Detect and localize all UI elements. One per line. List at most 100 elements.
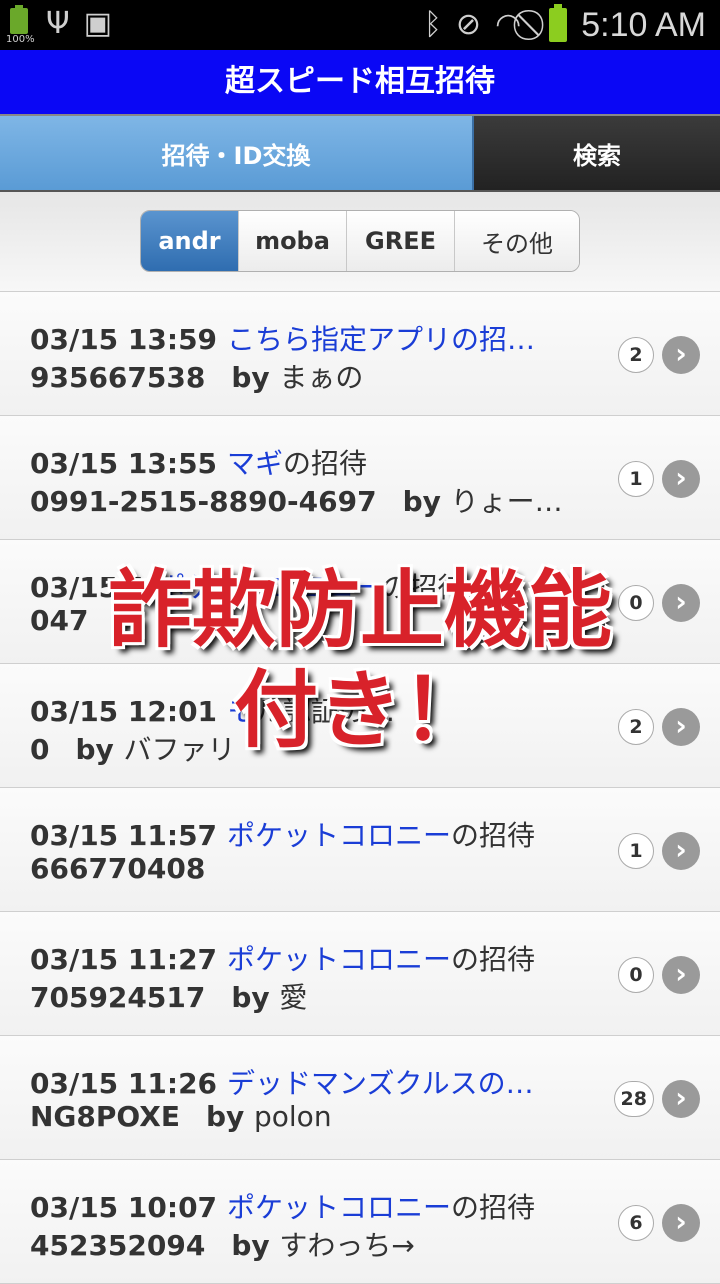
item-date: 03/15 13:55	[30, 447, 218, 480]
item-user: バファリ	[123, 733, 236, 766]
list-item[interactable]: 03/15 11:27 ポケットコロニーの招待 705924517 by 愛 0 ›	[0, 912, 720, 1036]
list-item[interactable]: 03/15 10:07 ポケットコロニーの招待 452352094 by すわっち→…	[0, 1160, 720, 1284]
bluetooth-icon: ᛒ	[423, 7, 442, 42]
item-header: 03/15 12:01 モル認証の…	[30, 690, 570, 730]
item-user: polon	[254, 1100, 332, 1133]
item-app-name: デッドマンズクルスの…	[227, 1067, 534, 1100]
item-code: 047	[30, 604, 89, 637]
comment-count-badge: 2	[618, 709, 654, 745]
item-app-name: こちら指定アプリの招…	[227, 323, 536, 356]
item-app-name: ポケットコロニー	[227, 1191, 452, 1224]
item-date: 03/15 10:07	[30, 1191, 218, 1224]
mute-icon: ⊘	[455, 7, 482, 42]
item-detail: 935667538 by まぁの	[30, 356, 570, 396]
item-header: 03/15 10:07 ポケットコロニーの招待	[30, 1186, 570, 1226]
item-detail: 452352094 by すわっち→	[30, 1224, 570, 1264]
comment-count-badge: 6	[618, 1205, 654, 1241]
item-by: by	[75, 733, 114, 766]
sd-card-icon: ▣	[83, 6, 112, 41]
item-user: すわっち→	[279, 1229, 415, 1262]
item-suffix: の招待	[451, 1191, 536, 1224]
item-detail: 047	[30, 604, 570, 637]
item-by: by	[231, 1229, 270, 1262]
comment-count-badge: 1	[618, 833, 654, 869]
item-suffix: の招待	[451, 819, 536, 852]
item-by: by	[205, 1100, 245, 1133]
tab-search[interactable]: 検索	[474, 116, 720, 190]
item-header: 03/15 11:26 デッドマンズクルスの…	[30, 1062, 570, 1102]
list-item[interactable]: 03/15 13:59 こちら指定アプリの招… 935667538 by まぁの 2…	[0, 292, 720, 416]
item-date: 03/15 12:01	[30, 695, 218, 728]
item-header: 03/15 13:59 こちら指定アプリの招…	[30, 318, 570, 358]
item-date: 03/15 11:26	[30, 1067, 218, 1100]
invite-list: 03/15 13:59 こちら指定アプリの招… 935667538 by まぁの 2…	[0, 292, 720, 1284]
list-item[interactable]: 03/15 11:57 ポケットコロニーの招待 666770408 1 ›	[0, 788, 720, 912]
item-date: 03/15 11:27	[30, 943, 218, 976]
status-bar-right: ᛒ ⊘ ◠ ⃠ 5:10 AM	[424, 4, 706, 46]
chevron-right-icon[interactable]: ›	[662, 584, 700, 622]
item-detail: 0991-2515-8890-4697 by りょー…	[30, 480, 570, 520]
list-item[interactable]: 03/15 11:26 デッドマンズクルスの… NG8POXE by polon 2…	[0, 1036, 720, 1160]
item-detail: NG8POXE by polon	[30, 1100, 570, 1133]
list-item[interactable]: 03/15 1 ポケットコロニーの招待 047 0 ›	[0, 540, 720, 664]
item-by: by	[402, 485, 441, 518]
item-suffix: ル認証の…	[255, 695, 396, 728]
chevron-right-icon[interactable]: ›	[662, 1204, 700, 1242]
comment-count-badge: 2	[618, 337, 654, 373]
item-detail: 705924517 by 愛	[30, 976, 570, 1016]
chevron-right-icon[interactable]: ›	[662, 956, 700, 994]
item-app-name: ポケットコロニー	[157, 571, 382, 604]
segment-andr[interactable]: andr	[141, 211, 239, 271]
battery-icon	[549, 4, 568, 42]
comment-count-badge: 0	[618, 957, 654, 993]
item-app-name: ポケットコロニー	[227, 943, 452, 976]
chevron-right-icon[interactable]: ›	[662, 1080, 700, 1118]
usb-icon: Ψ	[46, 6, 70, 41]
item-code: 452352094	[30, 1229, 206, 1262]
item-header: 03/15 11:57 ポケットコロニーの招待	[30, 814, 570, 854]
item-app-name: ポケットコロニー	[227, 819, 452, 852]
item-detail: 0 by バファリ	[30, 728, 570, 768]
tab-invite-id-exchange[interactable]: 招待・ID交換	[0, 116, 474, 190]
item-suffix: の招待	[451, 943, 536, 976]
item-code: 666770408	[30, 852, 206, 885]
item-user: 愛	[279, 981, 308, 1014]
item-code: NG8POXE	[30, 1100, 180, 1133]
chevron-right-icon[interactable]: ›	[662, 708, 700, 746]
tab-bar: 招待・ID交換 検索	[0, 114, 720, 192]
item-code: 935667538	[30, 361, 206, 394]
chevron-right-icon[interactable]: ›	[662, 460, 700, 498]
item-suffix: の招待	[381, 571, 466, 604]
platform-filter-area: andr moba GREE その他	[0, 192, 720, 292]
segment-other[interactable]: その他	[455, 211, 579, 271]
chevron-right-icon[interactable]: ›	[662, 832, 700, 870]
item-app-name: モ	[227, 695, 256, 728]
item-by: by	[231, 361, 270, 394]
app-title: 超スピード相互招待	[0, 50, 720, 114]
item-user: まぁの	[279, 361, 364, 394]
item-header: 03/15 1 ポケットコロニーの招待	[30, 566, 570, 606]
segment-moba[interactable]: moba	[239, 211, 347, 271]
item-suffix: の招待	[283, 447, 368, 480]
comment-count-badge: 28	[613, 1081, 654, 1117]
item-header: 03/15 13:55 マギの招待	[30, 442, 570, 482]
list-item[interactable]: 03/15 12:01 モル認証の… 0 by バファリ 2 ›	[0, 664, 720, 788]
item-date: 03/15 11:57	[30, 819, 218, 852]
item-user: りょー…	[450, 485, 563, 518]
item-by: by	[231, 981, 270, 1014]
clock: 5:10 AM	[581, 5, 706, 44]
item-header: 03/15 11:27 ポケットコロニーの招待	[30, 938, 570, 978]
item-code: 705924517	[30, 981, 206, 1014]
platform-segmented-control: andr moba GREE その他	[140, 210, 580, 272]
battery-icon: 100%	[6, 4, 35, 45]
chevron-right-icon[interactable]: ›	[662, 336, 700, 374]
list-item[interactable]: 03/15 13:55 マギの招待 0991-2515-8890-4697 by り…	[0, 416, 720, 540]
item-date: 03/15 13:59	[30, 323, 218, 356]
status-bar: 100% Ψ ▣ ᛒ ⊘ ◠ ⃠ 5:10 AM	[0, 0, 720, 50]
comment-count-badge: 1	[618, 461, 654, 497]
item-code: 0	[30, 733, 50, 766]
comment-count-badge: 0	[618, 585, 654, 621]
item-code: 0991-2515-8890-4697	[30, 485, 377, 518]
wifi-icon: ◠	[495, 7, 522, 42]
segment-gree[interactable]: GREE	[347, 211, 455, 271]
